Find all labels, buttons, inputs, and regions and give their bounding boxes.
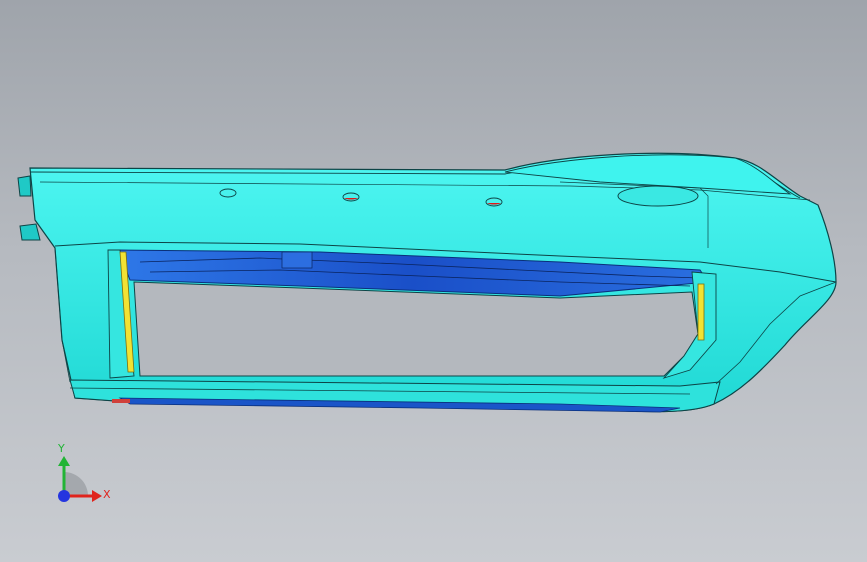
- x-axis-label: X: [103, 488, 111, 501]
- left-mount-tab: [17, 175, 32, 197]
- cavity-block: [281, 251, 313, 269]
- x-axis-head: [92, 490, 102, 502]
- grille-opening: [133, 281, 699, 377]
- lower-marker: [112, 399, 130, 403]
- z-axis-dot: [58, 490, 70, 502]
- reference-triad: Y X: [48, 438, 118, 510]
- y-axis-label: Y: [58, 442, 65, 455]
- left-mount-tab-lower: [19, 223, 41, 241]
- mount-hole-open-1: [219, 188, 237, 198]
- bumper-part-model[interactable]: [0, 0, 867, 562]
- y-axis-head: [58, 456, 70, 466]
- right-clip: [697, 283, 705, 341]
- graphics-viewport[interactable]: Y X: [0, 0, 867, 562]
- mount-hole-red-2: [485, 197, 503, 207]
- mount-hole-red-1: [342, 192, 360, 202]
- fog-lamp-recess: [617, 185, 699, 207]
